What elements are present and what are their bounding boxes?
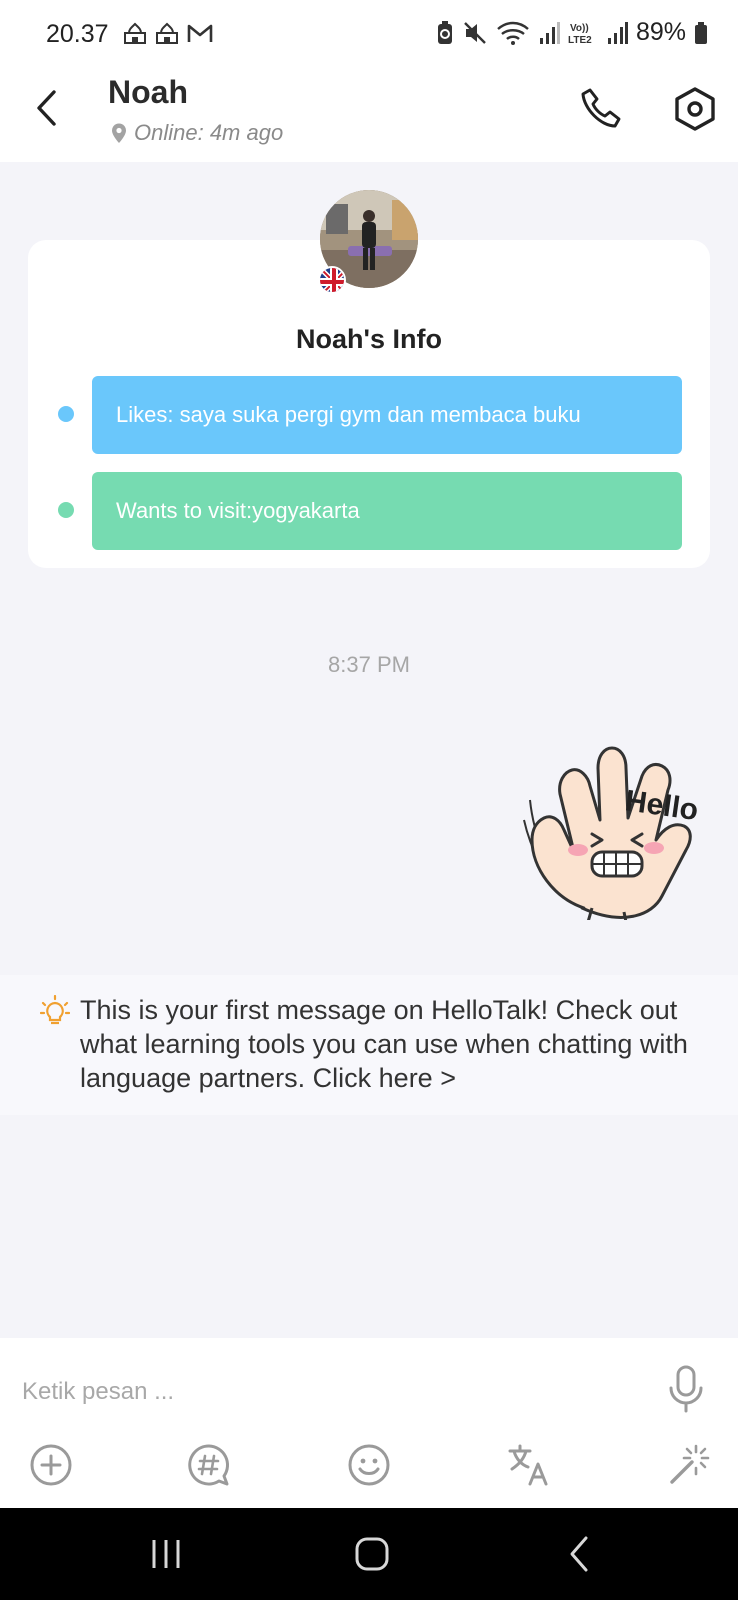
likes-dot xyxy=(58,406,74,422)
back-button[interactable] xyxy=(30,86,66,130)
composer xyxy=(0,1338,738,1508)
tip-text[interactable]: This is your first message on HelloTalk!… xyxy=(80,993,720,1095)
phone-icon xyxy=(581,88,621,128)
info-title: Noah's Info xyxy=(296,324,442,354)
call-button[interactable] xyxy=(578,86,624,132)
visit-text: Wants to visit:yogyakarta xyxy=(116,498,360,523)
waving-hand-sticker-icon: Hello xyxy=(523,746,700,923)
hashtag-button[interactable] xyxy=(186,1442,232,1488)
magic-button[interactable] xyxy=(666,1442,712,1488)
microphone-icon xyxy=(669,1365,703,1413)
emoji-button[interactable] xyxy=(346,1442,392,1488)
wifi-icon xyxy=(497,21,529,45)
plus-icon xyxy=(30,1444,72,1486)
uk-flag-icon xyxy=(318,266,346,294)
chevron-left-icon xyxy=(37,90,56,126)
home-button[interactable] xyxy=(350,1532,394,1576)
lightbulb-icon xyxy=(40,995,70,1025)
status-time: 20.37 xyxy=(46,20,109,48)
translate-button[interactable] xyxy=(506,1442,552,1488)
mute-icon xyxy=(464,21,486,44)
svg-text:LTE2: LTE2 xyxy=(568,35,592,46)
translate-icon xyxy=(508,1444,548,1486)
voice-button[interactable] xyxy=(666,1364,706,1414)
message-timestamp: 8:37 PM xyxy=(328,652,410,677)
battery-percent: 89% xyxy=(635,18,686,46)
signal-icon xyxy=(539,21,560,44)
volte-icon: Vo))LTE2 xyxy=(568,23,592,46)
status-left-icons xyxy=(122,22,214,44)
message-input[interactable] xyxy=(22,1366,622,1418)
first-message-tip[interactable]: This is your first message on HelloTalk!… xyxy=(0,975,738,1115)
settings-hexagon-icon xyxy=(675,87,715,131)
contact-status: Online: 4m ago xyxy=(110,120,283,146)
battery-icon xyxy=(695,21,707,44)
gmail-icon xyxy=(187,24,213,42)
visit-row: Wants to visit:yogyakarta xyxy=(92,472,682,550)
signal-icon xyxy=(607,21,628,44)
magic-wand-icon xyxy=(670,1444,710,1484)
mosque-icon xyxy=(124,22,146,44)
emoji-icon xyxy=(348,1444,390,1486)
recents-icon xyxy=(152,1540,180,1568)
mosque-icon xyxy=(156,22,178,44)
visit-dot xyxy=(58,502,74,518)
likes-row: Likes: saya suka pergi gym dan membaca b… xyxy=(92,376,682,454)
chevron-left-icon xyxy=(570,1536,588,1572)
battery-saver-icon xyxy=(437,20,452,44)
status-right-icons: Vo)) LTE2 89% xyxy=(436,18,708,47)
home-icon xyxy=(355,1537,389,1571)
status-text: Online: 4m ago xyxy=(134,120,284,145)
status-bar: 20.37 Vo)) LTE2 89% xyxy=(0,0,738,66)
svg-text:Vo)): Vo)) xyxy=(570,23,589,34)
likes-text: Likes: saya suka pergi gym dan membaca b… xyxy=(116,402,581,427)
contact-name[interactable]: Noah xyxy=(108,74,188,111)
hashtag-icon xyxy=(188,1444,229,1486)
settings-button[interactable] xyxy=(672,86,718,132)
hello-sticker[interactable]: Hello xyxy=(520,730,720,923)
recents-button[interactable] xyxy=(144,1532,188,1576)
profile-info-card: Noah's Info Likes: saya suka pergi gym d… xyxy=(28,240,710,568)
system-navigation-bar xyxy=(0,1508,738,1600)
chat-header: Noah Online: 4m ago xyxy=(0,66,738,162)
location-pin-icon xyxy=(112,123,126,143)
back-nav-button[interactable] xyxy=(558,1532,602,1576)
plus-button[interactable] xyxy=(28,1442,74,1488)
